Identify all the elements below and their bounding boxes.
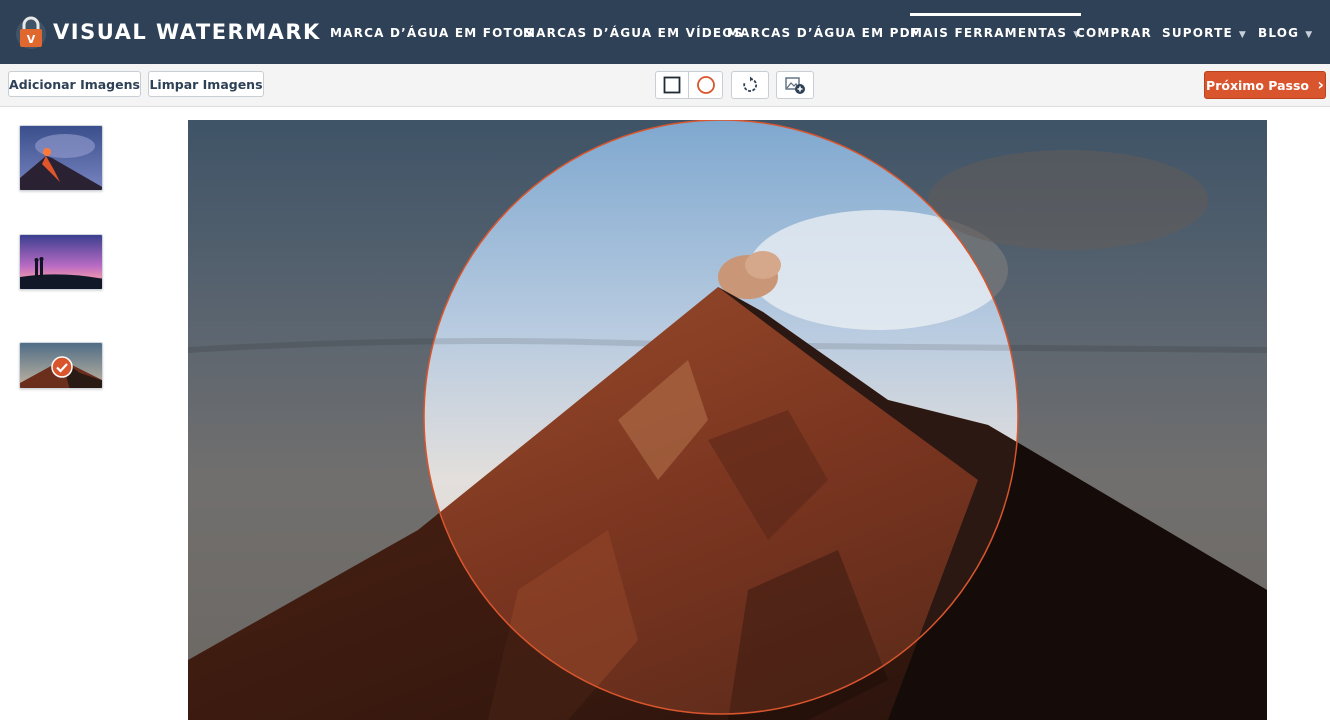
nav-more-tools[interactable]: MAIS FERRAMENTAS ▼ <box>910 0 1082 64</box>
rectangle-crop-icon <box>663 76 681 94</box>
thumbnail-volcano-peak[interactable] <box>19 342 103 389</box>
rotate-button[interactable] <box>731 71 769 99</box>
selected-check-icon <box>51 356 73 382</box>
add-image-button[interactable] <box>776 71 814 99</box>
nav-label: BLOG <box>1258 26 1300 40</box>
thumbnail-volcano-eruption[interactable] <box>19 125 103 191</box>
add-images-button[interactable]: Adicionar Imagens <box>8 71 141 97</box>
nav-blog[interactable]: BLOG ▼ <box>1258 0 1313 64</box>
volcano-eruption-image <box>20 126 102 190</box>
circle-crop-icon <box>696 76 715 94</box>
thumbnail-couple-sunset[interactable] <box>19 234 103 290</box>
chevron-right-icon: › <box>1317 75 1324 94</box>
nav-label: MARCAS D’ÁGUA EM PDF <box>727 26 921 40</box>
chevron-down-icon: ▼ <box>1238 30 1247 40</box>
add-image-icon <box>785 77 805 94</box>
nav-pdf-watermark[interactable]: MARCAS D’ÁGUA EM PDF <box>727 0 920 64</box>
nav-photo-watermark[interactable]: MARCA D’ÁGUA EM FOTOS <box>330 0 534 64</box>
nav-label: MARCA D’ÁGUA EM FOTOS <box>330 26 535 40</box>
add-image-group <box>776 71 814 99</box>
nav-support[interactable]: SUPORTE ▼ <box>1162 0 1247 64</box>
rectangle-crop-button[interactable] <box>655 71 689 99</box>
next-step-label: Próximo Passo <box>1206 78 1309 93</box>
nav-video-watermark[interactable]: MARCAS D’ÁGUA EM VÍDEOS <box>523 0 744 64</box>
rotate-group <box>731 71 769 99</box>
clear-images-button[interactable]: Limpar Imagens <box>148 71 264 97</box>
top-navigation-bar: V VISUAL WATERMARK MARCA D’ÁGUA EM FOTOS… <box>0 0 1330 64</box>
crop-shape-group <box>655 71 723 99</box>
nav-buy[interactable]: COMPRAR <box>1076 0 1152 64</box>
padlock-icon: V <box>14 14 48 50</box>
circle-crop-button[interactable] <box>689 71 723 99</box>
volcano-photo <box>188 120 1267 720</box>
nav-label: COMPRAR <box>1076 26 1152 40</box>
logo-letter: V <box>27 33 36 46</box>
nav-label: SUPORTE <box>1162 26 1233 40</box>
editor-toolbar: Adicionar Imagens Limpar Imagens Próximo… <box>0 64 1330 107</box>
nav-label: MAIS FERRAMENTAS <box>910 26 1068 40</box>
image-editor-canvas[interactable] <box>188 120 1267 720</box>
couple-sunset-image <box>20 235 102 289</box>
chevron-down-icon: ▼ <box>1305 30 1314 40</box>
brand-name: VISUAL WATERMARK <box>53 20 321 44</box>
brand-logo[interactable]: V VISUAL WATERMARK <box>14 14 321 50</box>
next-step-button[interactable]: Próximo Passo › <box>1204 71 1326 99</box>
nav-label: MARCAS D’ÁGUA EM VÍDEOS <box>523 26 744 40</box>
rotate-icon <box>743 76 758 92</box>
